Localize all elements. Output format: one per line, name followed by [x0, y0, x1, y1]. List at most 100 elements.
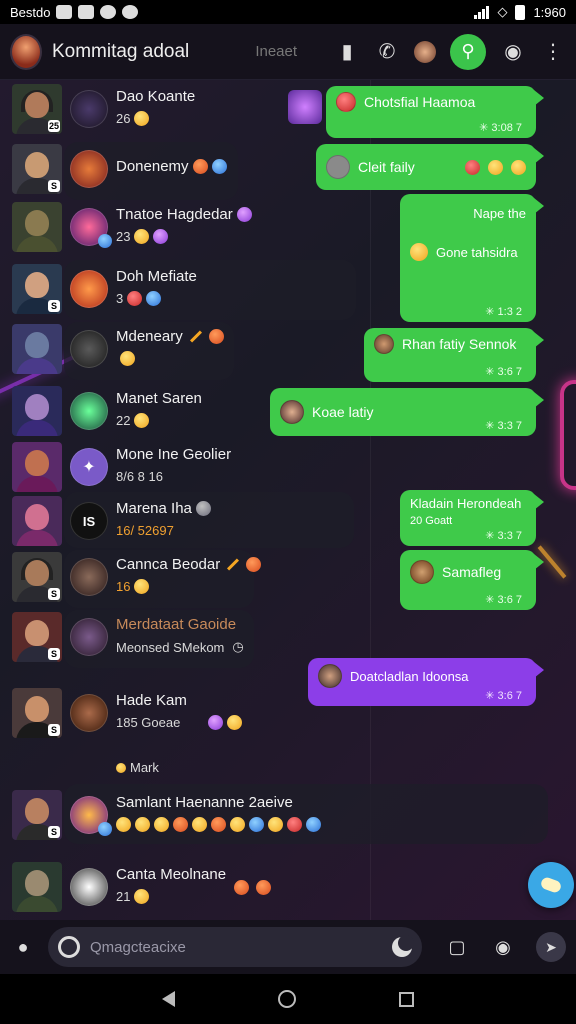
- list-item[interactable]: 25 Dao Koante 26: [0, 84, 380, 134]
- chat-subtitle: 16: [116, 579, 131, 594]
- emoji-icon: [234, 880, 249, 895]
- contact-avatar-icon[interactable]: [414, 40, 436, 63]
- group-avatar: [70, 868, 108, 906]
- list-item[interactable]: Canta Meolnane 21: [0, 862, 380, 912]
- chat-name: Dao Koante: [116, 88, 196, 105]
- group-avatar: [70, 558, 108, 596]
- message-avatar: [410, 560, 434, 584]
- message-bubble[interactable]: Koae latiy ✳ 3:3 7: [270, 388, 544, 436]
- message-field[interactable]: [48, 927, 422, 967]
- status-bar: Bestdo ◇ 1:960: [0, 0, 576, 24]
- list-item[interactable]: Tnatoe Hagdedar 23: [0, 202, 380, 252]
- status-time: 1:960: [533, 4, 566, 20]
- message-text: Samafleg: [442, 564, 502, 580]
- message-text: Doatcladlan Idoonsa: [350, 668, 469, 684]
- list-item[interactable]: IS Marena Iha 16/ 52697: [0, 492, 380, 548]
- group-avatar: [70, 618, 108, 656]
- group-avatar: [70, 150, 108, 188]
- phone-icon[interactable]: ✆: [374, 39, 400, 65]
- emoji-icon: [211, 159, 227, 174]
- emoji-icon: [153, 229, 169, 244]
- emoji-icon: [195, 501, 211, 516]
- avatar: [12, 324, 62, 374]
- notification-n-icon: [78, 5, 95, 19]
- home-icon[interactable]: [277, 990, 296, 1008]
- avatar: 25: [12, 84, 62, 134]
- profile-avatar[interactable]: [10, 33, 42, 70]
- video-call-icon[interactable]: ▮: [334, 39, 360, 65]
- dark-mode-icon[interactable]: [392, 935, 414, 957]
- chat-name: Mdeneary: [116, 328, 183, 345]
- emoji-icon: [208, 329, 224, 344]
- emoji-icon: [464, 159, 480, 175]
- message-text: Koae latiy: [312, 404, 374, 420]
- message-bubble[interactable]: Rhan fatiy Sennok ✳ 3:6 7: [364, 328, 544, 382]
- header-center-label[interactable]: Ineaet: [255, 43, 334, 60]
- chat-subtitle: 3: [116, 291, 124, 306]
- emoji-icon: [134, 579, 150, 594]
- list-item[interactable]: S Doh Mefiate 3: [0, 260, 380, 320]
- chat-subtitle: 22: [116, 413, 131, 428]
- send-button[interactable]: ➤: [536, 932, 566, 962]
- emoji-icon: [192, 159, 208, 174]
- emoji-picker-icon[interactable]: [58, 936, 80, 958]
- group-avatar: [70, 90, 108, 128]
- list-item[interactable]: S Samlant Haenanne 2aeive: [0, 784, 560, 844]
- emoji-icon: [227, 715, 243, 730]
- emoji-icon: [230, 817, 245, 832]
- more-menu-icon[interactable]: ⋮: [540, 39, 566, 65]
- message-avatar: [280, 400, 304, 424]
- emoji-icon: [510, 159, 526, 175]
- avatar: S: [12, 688, 62, 738]
- signal-icon: [474, 5, 490, 19]
- message-bubble[interactable]: Nape the Gone tahsidra ✳ 1:3 2: [400, 194, 544, 322]
- search-icon[interactable]: ⚲: [450, 33, 486, 70]
- group-avatar: [70, 208, 112, 248]
- list-item[interactable]: ✦ Mone Ine Geolier 8/6 8 16: [0, 442, 380, 492]
- message-bubble[interactable]: Chotsfial Haamoa ✳ 3:08 7: [326, 86, 544, 138]
- emoji-icon: [120, 351, 135, 366]
- chat-subtitle: 26: [116, 111, 131, 126]
- avatar: [12, 496, 62, 546]
- attachment-icon[interactable]: ▢: [444, 934, 470, 960]
- clock-icon: ◷: [232, 639, 244, 654]
- message-bubble[interactable]: Doatcladlan Idoonsa ✳ 3:6 7: [308, 658, 544, 706]
- shield-icon[interactable]: ◉: [500, 39, 526, 65]
- avatar: [12, 442, 62, 492]
- message-meta: ✳ 3:6 7: [485, 690, 522, 702]
- message-avatar: [318, 664, 342, 688]
- status-left-text: Bestdo: [10, 4, 51, 20]
- chat-name: Doh Mefiate: [116, 268, 197, 285]
- message-sender-avatar[interactable]: [288, 90, 322, 124]
- compose-button[interactable]: [528, 862, 574, 908]
- chat-name: Tnatoe Hagdedar: [116, 206, 233, 223]
- recents-icon[interactable]: [399, 991, 415, 1007]
- input-bar: ● ▢ ◉ ➤: [0, 920, 576, 974]
- message-text: Gone tahsidra: [436, 244, 518, 260]
- message-icon: [100, 5, 117, 19]
- chat-subtitle: Meonsed SMekom: [116, 639, 225, 655]
- chat-subtitle: 21: [116, 889, 131, 904]
- chat-name: Donenemy: [116, 158, 189, 175]
- camera-icon[interactable]: ◉: [490, 934, 516, 960]
- location-icon[interactable]: ●: [10, 934, 36, 960]
- neon-decoration: [560, 380, 576, 490]
- message-bubble[interactable]: Samafleg ✳ 3:6 7: [400, 550, 544, 610]
- chat-subtitle: 16/ 52697: [116, 523, 174, 538]
- avatar: S: [12, 264, 62, 314]
- list-item[interactable]: S Merdataat Gaoide Meonsed SMekom ◷: [0, 610, 380, 668]
- group-avatar: [70, 392, 108, 430]
- message-bubble[interactable]: Kladain Herondeah 20 Goatt ✳ 3:3 7: [400, 490, 544, 546]
- message-input[interactable]: [90, 938, 392, 956]
- emoji-icon: [208, 715, 224, 730]
- back-icon[interactable]: [161, 991, 175, 1007]
- system-nav-bar: [0, 974, 576, 1024]
- message-meta: ✳ 3:3 7: [485, 420, 522, 432]
- list-item[interactable]: S Cannca Beodar 16: [0, 550, 380, 608]
- emoji-icon: [192, 817, 207, 832]
- chat-subtitle: 23: [116, 229, 131, 244]
- list-item[interactable]: Mdeneary: [0, 322, 380, 380]
- message-text: Rhan fatiy Sennok: [402, 336, 517, 352]
- message-bubble[interactable]: Cleit faily: [316, 144, 544, 190]
- compose-icon: [539, 875, 563, 895]
